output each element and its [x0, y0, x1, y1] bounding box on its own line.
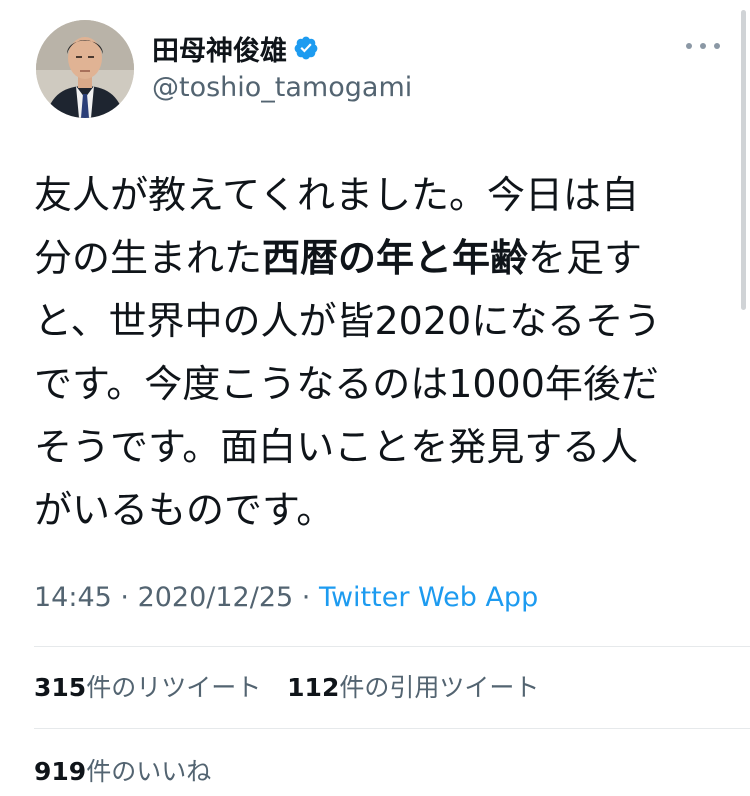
author-handle[interactable]: @toshio_tamogami — [152, 72, 412, 103]
likes-count: 919 — [34, 757, 87, 786]
tweet-text-segment: を足す — [528, 236, 643, 280]
tweet-text-bold-segment: 西暦の年と年齢 — [262, 236, 529, 280]
more-options-icon[interactable] — [686, 36, 720, 56]
tweet-text-segment: 友人が教えてくれました。今日は自 — [34, 173, 639, 217]
avatar[interactable] — [36, 20, 134, 118]
tweet-text-segment: 分の生まれた — [34, 236, 263, 280]
quotes-label: 件の引用ツイート — [339, 673, 540, 702]
tweet-text-line: 分の生まれた西暦の年と年齢を足す — [34, 227, 714, 290]
retweets-count: 315 — [34, 673, 87, 702]
tweet-text-line: です。今度こうなるのは1000年後だ — [34, 353, 714, 416]
more-dot — [686, 43, 692, 49]
author-name-row[interactable]: 田母神俊雄 — [152, 29, 319, 68]
likes-stats: 919件のいいね — [34, 752, 211, 788]
tweet-text-line: 友人が教えてくれました。今日は自 — [34, 164, 714, 227]
tweet-text-line: と、世界中の人が皆2020になるそう — [34, 290, 714, 353]
avatar-image — [36, 20, 134, 118]
retweets-stat[interactable]: 315件のリツイート — [34, 668, 261, 704]
divider — [34, 728, 750, 729]
tweet-text-line: がいるものです。 — [34, 479, 714, 542]
tweet-time[interactable]: 14:45 — [34, 582, 112, 613]
tweet-detail: 田母神俊雄 @toshio_tamogami 友人が教えてくれました。今日は自分… — [0, 0, 750, 796]
tweet-text-line: そうです。面白いことを発見する人 — [34, 416, 714, 479]
retweet-quote-stats: 315件のリツイート 112件の引用ツイート — [34, 668, 539, 704]
meta-separator: · — [111, 582, 138, 613]
divider — [34, 646, 750, 647]
tweet-text-segment: がいるものです。 — [34, 488, 335, 532]
more-dot — [700, 43, 706, 49]
likes-stat[interactable]: 919件のいいね — [34, 752, 211, 788]
more-dot — [714, 43, 720, 49]
quotes-stat[interactable]: 112件の引用ツイート — [287, 668, 539, 704]
likes-label: 件のいいね — [86, 757, 212, 786]
tweet-date[interactable]: 2020/12/25 — [138, 582, 294, 613]
tweet-text-segment: そうです。面白いことを発見する人 — [34, 425, 639, 469]
retweets-label: 件のリツイート — [86, 673, 262, 702]
meta-separator: · — [293, 582, 319, 613]
tweet-text-segment: です。今度こうなるのは1000年後だ — [34, 362, 659, 406]
tweet-text-segment: と、世界中の人が皆2020になるそう — [34, 299, 662, 343]
tweet-source-link[interactable]: Twitter Web App — [319, 582, 538, 613]
tweet-meta: 14:45 · 2020/12/25 · Twitter Web App — [34, 582, 538, 613]
tweet-text: 友人が教えてくれました。今日は自 分の生まれた西暦の年と年齢を足す と、世界中の人が… — [34, 164, 714, 542]
author-display-name[interactable]: 田母神俊雄 — [152, 29, 287, 68]
verified-badge-icon — [294, 36, 318, 60]
scrollbar[interactable] — [741, 10, 746, 310]
quotes-count: 112 — [287, 673, 340, 702]
